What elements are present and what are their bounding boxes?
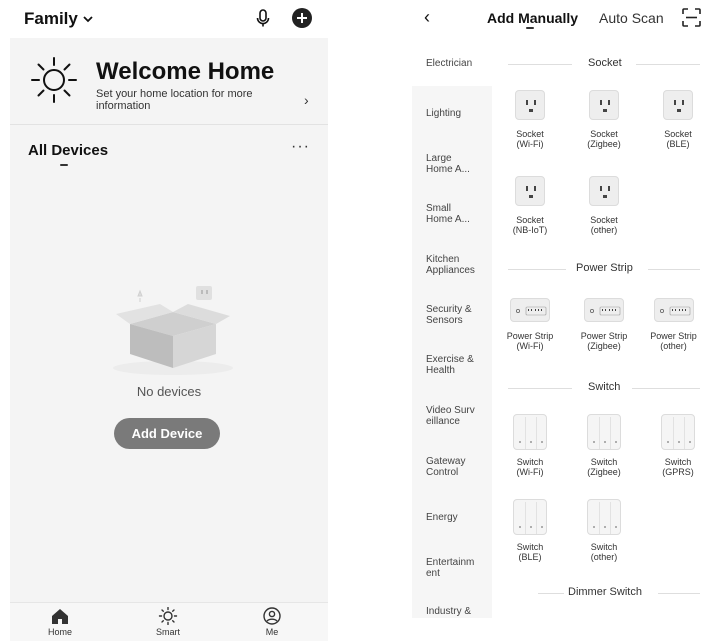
microphone-icon[interactable]: [253, 8, 273, 28]
device-switch-gprs[interactable]: Switch (GPRS): [648, 414, 704, 477]
section-power-strip-header: Power Strip: [508, 262, 704, 276]
category-large-home[interactable]: Large Home A...: [426, 153, 476, 175]
device-socket-other[interactable]: Socket (other): [574, 176, 634, 235]
section-dimmer-title: Dimmer Switch: [568, 586, 642, 598]
empty-state-text: No devices: [136, 384, 202, 399]
tab-indicator: [60, 164, 68, 166]
add-device-button[interactable]: Add Device: [114, 418, 220, 449]
home-icon: [52, 609, 68, 624]
device-power-strip-wifi[interactable]: Power Strip (Wi-Fi): [495, 298, 565, 351]
add-device-screen: ‹ Add Manually Auto Scan Electrician Lig…: [412, 0, 704, 641]
socket-icon: [663, 90, 693, 120]
category-sidebar: [412, 38, 492, 618]
category-gateway[interactable]: Gateway Control: [426, 456, 476, 478]
category-lighting[interactable]: Lighting: [426, 108, 490, 119]
tab-smart[interactable]: Smart: [138, 607, 198, 637]
category-security[interactable]: Security & Sensors: [426, 304, 480, 326]
switch-icon: [587, 414, 621, 450]
more-options-icon[interactable]: ···: [291, 138, 310, 156]
category-kitchen[interactable]: Kitchen Appliances: [426, 254, 484, 276]
add-circle-icon[interactable]: [291, 7, 313, 29]
welcome-card[interactable]: Welcome Home Set your home location for …: [10, 42, 328, 120]
tab-auto-scan[interactable]: Auto Scan: [599, 10, 664, 26]
divider: [10, 124, 328, 125]
scan-icon[interactable]: [682, 8, 701, 27]
section-socket-header: Socket: [508, 57, 704, 71]
back-arrow-icon[interactable]: ‹: [424, 7, 430, 28]
section-switch-title: Switch: [588, 381, 621, 393]
power-strip-icon: [653, 298, 694, 322]
category-energy[interactable]: Energy: [426, 512, 490, 523]
device-power-strip-other[interactable]: Power Strip (other): [643, 298, 704, 351]
user-icon: [263, 607, 281, 625]
socket-icon: [589, 90, 619, 120]
category-exercise[interactable]: Exercise & Health: [426, 354, 480, 376]
device-socket-nbiot[interactable]: Socket (NB-IoT): [500, 176, 560, 235]
power-strip-icon: [584, 298, 624, 322]
device-power-strip-zigbee[interactable]: Power Strip (Zigbee): [569, 298, 639, 351]
switch-icon: [513, 414, 547, 450]
switch-icon: [587, 499, 621, 535]
chevron-right-icon: ›: [304, 92, 309, 108]
category-video[interactable]: Video Surv eillance: [426, 405, 480, 427]
device-switch-wifi[interactable]: Switch (Wi-Fi): [500, 414, 560, 477]
tab-home-label: Home: [47, 627, 72, 637]
tab-home[interactable]: Home: [30, 607, 90, 637]
section-socket-title: Socket: [588, 57, 622, 69]
device-socket-zigbee[interactable]: Socket (Zigbee): [574, 90, 634, 149]
section-dimmer-header: Dimmer Switch: [508, 586, 704, 600]
device-switch-other[interactable]: Switch (other): [574, 499, 634, 562]
device-socket-ble[interactable]: Socket (BLE): [648, 90, 704, 149]
section-switch-header: Switch: [508, 381, 704, 395]
tab-add-manually[interactable]: Add Manually: [487, 10, 578, 26]
socket-icon: [589, 176, 619, 206]
category-entertainment[interactable]: Entertainm ent: [426, 557, 480, 579]
sun-icon: [31, 57, 77, 103]
power-strip-icon: [510, 298, 550, 322]
category-small-home[interactable]: Small Home A...: [426, 203, 476, 225]
add-device-top-bar: ‹ Add Manually Auto Scan: [412, 0, 704, 36]
home-top-bar: Family: [10, 0, 328, 38]
device-socket-wifi[interactable]: Socket (Wi-Fi): [500, 90, 560, 149]
all-devices-tab[interactable]: All Devices: [28, 142, 108, 159]
sun-icon: [158, 607, 178, 625]
welcome-title: Welcome Home: [96, 58, 275, 85]
switch-icon: [661, 414, 695, 450]
socket-icon: [515, 176, 545, 206]
bottom-tab-bar: Home Smart Me: [10, 602, 328, 641]
section-power-strip-title: Power Strip: [576, 262, 633, 274]
category-electrician[interactable]: Electrician: [426, 58, 490, 69]
device-switch-ble[interactable]: Switch (BLE): [500, 499, 560, 562]
tab-me[interactable]: Me: [242, 607, 302, 637]
socket-icon: [515, 90, 545, 120]
device-switch-zigbee[interactable]: Switch (Zigbee): [574, 414, 634, 477]
family-selector[interactable]: Family: [24, 9, 94, 29]
tab-indicator: [526, 27, 534, 29]
empty-box-illustration: [113, 286, 233, 375]
switch-icon: [513, 499, 547, 535]
tab-smart-label: Smart: [155, 627, 180, 637]
home-screen: Family Welcome Home Set your home locati…: [10, 0, 328, 641]
chevron-down-icon: [83, 16, 93, 23]
family-label: Family: [24, 9, 78, 28]
tab-me-label: Me: [265, 627, 279, 637]
welcome-subtitle: Set your home location for more informat…: [96, 88, 253, 112]
category-industry[interactable]: Industry &: [426, 606, 490, 617]
